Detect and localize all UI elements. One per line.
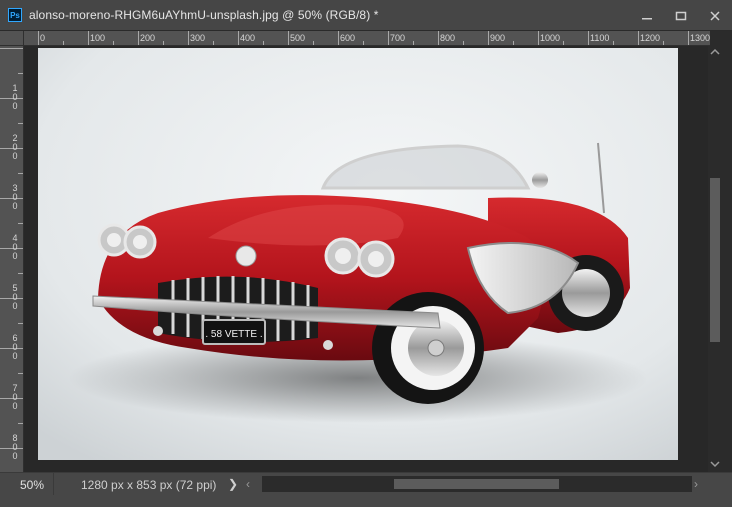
ruler-label: 2 0 0	[12, 133, 18, 161]
ruler-label: 100	[90, 33, 105, 43]
document-title: alonso-moreno-RHGM6uAYhmU-unsplash.jpg @…	[29, 8, 379, 22]
ruler-label: 200	[140, 33, 155, 43]
close-button[interactable]	[698, 0, 732, 31]
close-icon	[710, 10, 720, 21]
ruler-label: 1100	[590, 33, 609, 43]
photoshop-icon: Ps	[8, 8, 22, 22]
ruler-label: 1 0 0	[12, 83, 18, 111]
document-window: Ps alonso-moreno-RHGM6uAYhmU-unsplash.jp…	[0, 0, 732, 507]
ruler-label: 1000	[540, 33, 560, 43]
scroll-up-icon[interactable]	[710, 48, 720, 56]
vertical-scrollbar[interactable]	[708, 46, 732, 472]
scroll-left-icon[interactable]: ‹	[246, 477, 250, 491]
ruler-label: 8 0 0	[12, 433, 18, 461]
vertical-scroll-thumb[interactable]	[710, 178, 720, 342]
document-info: 1280 px x 853 px (72 ppi)	[81, 478, 217, 492]
ruler-label: 0	[40, 33, 45, 43]
scroll-down-icon[interactable]	[710, 460, 720, 468]
horizontal-scrollbar[interactable]	[262, 476, 692, 492]
ruler-label: 700	[390, 33, 405, 43]
scroll-right-icon[interactable]: ›	[694, 477, 698, 491]
ruler-label: 7 0 0	[12, 383, 18, 411]
ruler-label: 600	[340, 33, 355, 43]
status-menu-arrow-icon[interactable]: ❯	[228, 477, 238, 491]
ruler-label: 400	[240, 33, 255, 43]
license-plate-text: . 58 VETTE .	[205, 329, 262, 340]
window-controls	[630, 0, 732, 31]
ruler-label: 500	[290, 33, 305, 43]
horizontal-ruler-ticks: 0 100 200 300 400 500 600 700 800 900 10…	[38, 31, 710, 45]
maximize-icon	[675, 11, 687, 20]
ruler-label: 6 0 0	[12, 333, 18, 361]
status-divider	[53, 473, 54, 495]
ruler-label: 1300	[690, 33, 710, 43]
ruler-label: 4 0 0	[12, 233, 18, 261]
ruler-label: 300	[190, 33, 205, 43]
horizontal-scroll-thumb[interactable]	[394, 479, 559, 489]
ruler-label: 1200	[640, 33, 660, 43]
minimize-button[interactable]	[630, 0, 664, 31]
ruler-label: 800	[440, 33, 455, 43]
canvas-area[interactable]: . 58 VETTE .	[24, 46, 708, 472]
ruler-label: 3 0 0	[12, 183, 18, 211]
ruler-label: 5 0 0	[12, 283, 18, 311]
vertical-ruler[interactable]: 1 0 0 2 0 0 3 0 0 4 0 0 5 0 0 6 0 0 7 0 …	[0, 46, 24, 472]
zoom-level[interactable]: 50%	[20, 478, 44, 492]
horizontal-ruler[interactable]: 0 100 200 300 400 500 600 700 800 900 10…	[24, 31, 710, 46]
ruler-origin[interactable]	[0, 31, 24, 46]
document-image[interactable]: . 58 VETTE .	[38, 48, 678, 460]
document-tab[interactable]: Ps alonso-moreno-RHGM6uAYhmU-unsplash.jp…	[0, 0, 732, 31]
status-bar: 50% 1280 px x 853 px (72 ppi) ❯ ‹ ›	[0, 472, 732, 507]
minimize-icon	[642, 17, 652, 19]
ruler-label: 900	[490, 33, 505, 43]
maximize-button[interactable]	[664, 0, 698, 31]
